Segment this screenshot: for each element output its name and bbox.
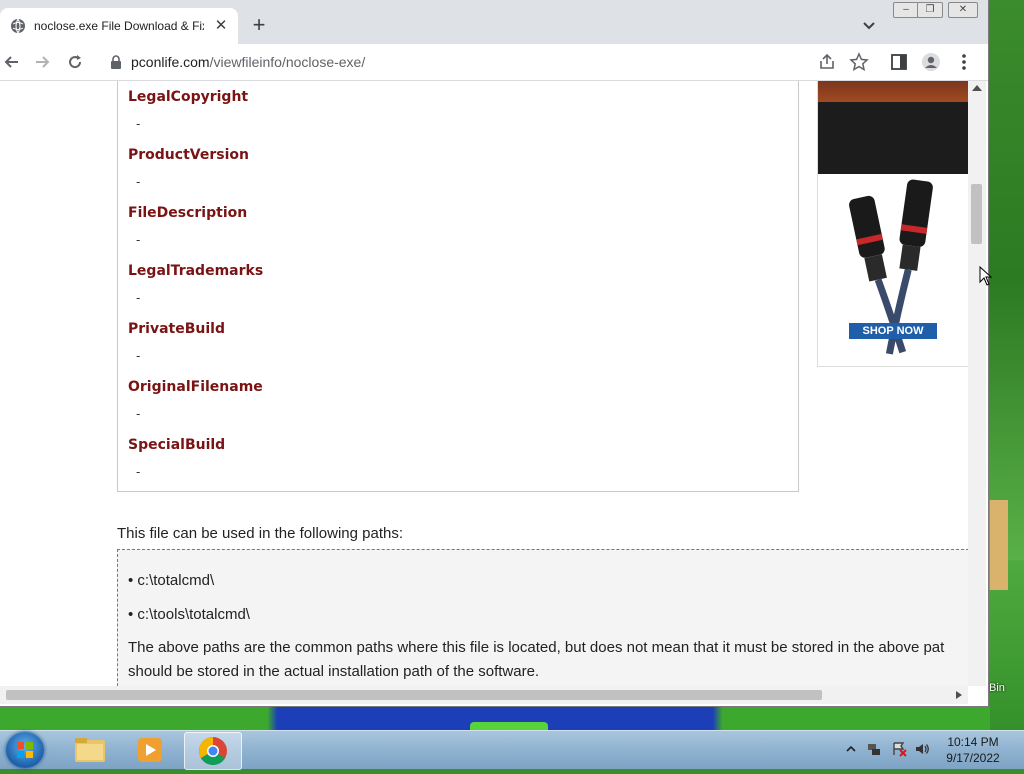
mouse-cursor-icon (979, 266, 993, 286)
profile-avatar-icon[interactable] (921, 52, 941, 72)
address-bar[interactable]: pconlife.com/viewfileinfo/noclose-exe/ (100, 47, 880, 77)
chrome-icon (199, 737, 227, 765)
property-legal-copyright: LegalCopyright - (128, 89, 249, 131)
property-file-description: FileDescription - (128, 205, 248, 247)
globe-icon (11, 18, 25, 34)
new-tab-icon[interactable]: + (248, 14, 270, 36)
tab-close-icon[interactable]: ✕ (212, 17, 230, 35)
taskbar: 10:14 PM 9/17/2022 (0, 730, 1024, 770)
clock-time: 10:14 PM (947, 735, 999, 749)
paths-note: The above paths are the common paths whe… (128, 639, 945, 680)
volume-icon[interactable] (914, 741, 930, 757)
property-legal-trademarks: LegalTrademarks - (128, 263, 264, 305)
url-domain: pconlife.com (131, 54, 210, 70)
tab-active[interactable]: noclose.exe File Download & Fix ✕ (0, 8, 238, 44)
taskbar-explorer[interactable] (62, 732, 118, 768)
browser-toolbar: pconlife.com/viewfileinfo/noclose-exe/ (0, 44, 988, 81)
advertisement[interactable]: SHOP NOW (817, 81, 968, 367)
path-item: • c:\tools\totalcmd\ (128, 606, 250, 623)
desktop-castle (988, 500, 1008, 590)
start-button[interactable] (6, 732, 44, 768)
side-panel-icon[interactable] (889, 52, 909, 72)
chevron-down-icon[interactable] (860, 16, 878, 34)
vertical-scroll-thumb[interactable] (971, 184, 982, 244)
folder-icon (75, 738, 105, 762)
vertical-scrollbar[interactable] (968, 81, 986, 686)
action-center-icon[interactable] (891, 741, 907, 757)
tab-title: noclose.exe File Download & Fix (34, 19, 204, 33)
forward-icon[interactable] (32, 52, 52, 72)
paths-box: • c:\totalcmd\ • c:\tools\totalcmd\ The … (117, 549, 968, 686)
back-icon[interactable] (2, 52, 22, 72)
bookmark-star-icon[interactable] (849, 52, 869, 72)
file-properties-box: LegalCopyright - ProductVersion - FileDesc… (117, 81, 799, 492)
reload-icon[interactable] (65, 52, 85, 72)
property-special-build: SpecialBuild - (128, 437, 226, 479)
windows-logo-icon (17, 742, 33, 758)
horizontal-scrollbar[interactable] (0, 686, 968, 704)
path-item: • c:\totalcmd\ (128, 572, 215, 589)
property-original-filename: OriginalFilename - (128, 379, 263, 421)
close-window-button[interactable]: ✕ (948, 2, 978, 18)
shop-now-button[interactable]: SHOP NOW (849, 323, 937, 339)
network-icon[interactable] (866, 741, 882, 757)
property-product-version: ProductVersion - (128, 147, 249, 189)
tray-chevron-icon[interactable] (843, 741, 859, 757)
url-path: /viewfileinfo/noclose-exe/ (209, 54, 366, 70)
minimize-button[interactable]: – (893, 2, 919, 18)
desktop-tree (988, 0, 1024, 560)
tab-strip: noclose.exe File Download & Fix ✕ + – ❐ … (0, 0, 988, 44)
page-content: LegalCopyright - ProductVersion - FileDesc… (0, 81, 968, 686)
menu-dots-icon[interactable] (954, 52, 974, 72)
url-text[interactable]: pconlife.com/viewfileinfo/noclose-exe/ (131, 54, 365, 70)
scroll-right-arrow-icon[interactable] (956, 691, 962, 699)
paths-intro: This file can be used in the following p… (117, 525, 404, 542)
horizontal-scroll-thumb[interactable] (6, 690, 822, 700)
desktop-bottom-strip (0, 706, 990, 730)
property-private-build: PrivateBuild - (128, 321, 225, 363)
lock-icon[interactable] (110, 55, 122, 69)
clock[interactable]: 10:14 PM 9/17/2022 (940, 734, 1006, 766)
taskbar-chrome[interactable] (184, 732, 242, 770)
scroll-up-arrow-icon[interactable] (972, 85, 982, 91)
taskbar-media-player[interactable] (122, 732, 178, 768)
clock-date: 9/17/2022 (946, 751, 1000, 765)
media-player-icon (138, 738, 162, 762)
share-icon[interactable] (817, 52, 837, 72)
restore-button[interactable]: ❐ (917, 2, 943, 18)
recycle-bin-label[interactable]: Bin (989, 682, 1005, 694)
browser-window: noclose.exe File Download & Fix ✕ + – ❐ … (0, 0, 989, 707)
